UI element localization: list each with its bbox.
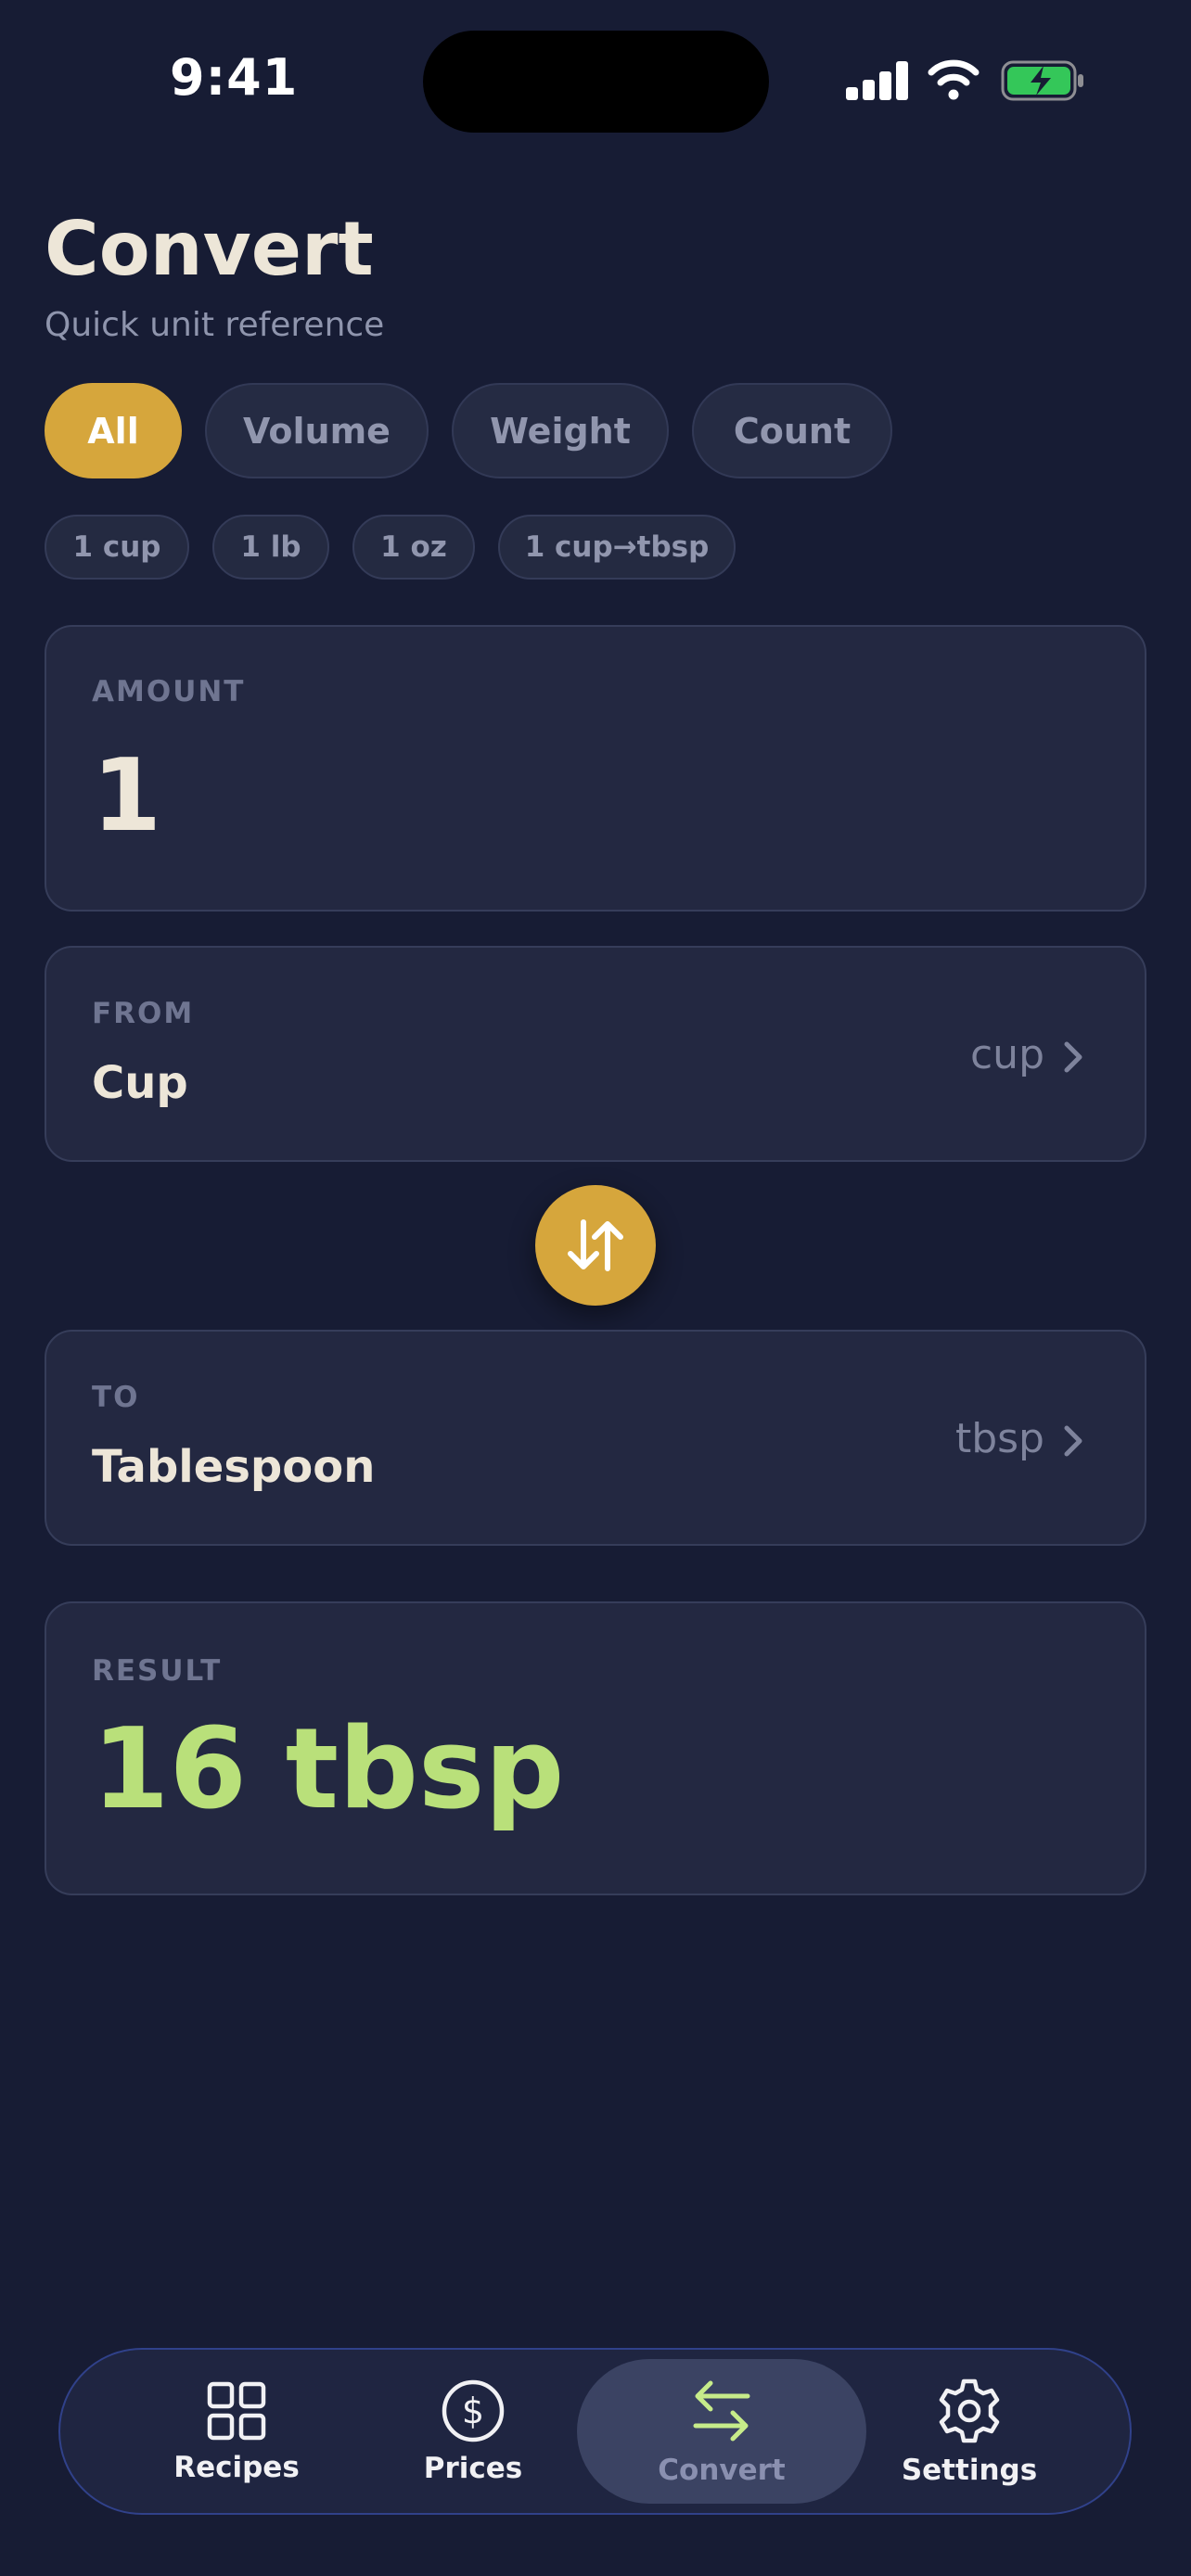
to-label: TO <box>92 1381 140 1414</box>
quick-chip-1-cup[interactable]: 1 cup <box>45 515 189 580</box>
filter-chip-volume[interactable]: Volume <box>205 383 429 478</box>
to-unit-name: Tablespoon <box>92 1441 376 1493</box>
signal-icon <box>846 61 909 100</box>
tab-label: Settings <box>901 2454 1038 2487</box>
chevron-right-icon <box>1064 1041 1082 1073</box>
tab-label: Convert <box>658 2454 786 2487</box>
tab-label: Prices <box>423 2452 523 2485</box>
grid-icon <box>207 2381 266 2441</box>
page-subtitle: Quick unit reference <box>45 306 385 344</box>
filter-chip-all[interactable]: All <box>45 383 182 478</box>
battery-charging-icon <box>1001 60 1083 101</box>
chevron-right-icon <box>1064 1425 1082 1457</box>
to-unit-abbr: tbsp <box>954 1415 1044 1462</box>
amount-input[interactable]: 1 <box>92 738 161 854</box>
tab-recipes[interactable]: Recipes <box>97 2350 376 2513</box>
svg-text:$: $ <box>462 2391 484 2431</box>
gear-icon <box>939 2378 1000 2443</box>
from-unit-abbr: cup <box>969 1031 1044 1078</box>
tab-convert[interactable]: Convert <box>577 2350 866 2513</box>
quick-chip-1-lb[interactable]: 1 lb <box>212 515 329 580</box>
dollar-icon: $ <box>442 2379 505 2442</box>
dynamic-island <box>423 31 769 133</box>
wifi-icon <box>928 59 980 100</box>
filter-chips: All Volume Weight Count <box>45 383 892 478</box>
to-unit-selector[interactable]: TO Tablespoon tbsp <box>45 1330 1146 1546</box>
filter-chip-count[interactable]: Count <box>692 383 892 478</box>
quick-conversions: 1 cup 1 lb 1 oz 1 cup→tbsp <box>45 515 736 580</box>
filter-chip-weight[interactable]: Weight <box>452 383 669 478</box>
from-unit-selector[interactable]: FROM Cup cup <box>45 946 1146 1162</box>
result-card: RESULT 16 tbsp <box>45 1601 1146 1895</box>
swap-arrows-icon <box>693 2380 750 2442</box>
tab-bar: Recipes $ Prices Convert Settings <box>58 2348 1132 2515</box>
swap-vertical-icon <box>568 1219 623 1271</box>
status-time: 9:41 <box>170 48 299 107</box>
result-value: 16 tbsp <box>92 1705 565 1834</box>
amount-label: AMOUNT <box>92 675 246 708</box>
quick-chip-cup-to-tbsp[interactable]: 1 cup→tbsp <box>498 515 736 580</box>
tab-settings[interactable]: Settings <box>853 2350 1085 2513</box>
tab-prices[interactable]: $ Prices <box>357 2350 589 2513</box>
amount-card[interactable]: AMOUNT 1 <box>45 625 1146 912</box>
from-label: FROM <box>92 997 195 1030</box>
from-unit-name: Cup <box>92 1057 188 1109</box>
swap-units-button[interactable] <box>535 1185 656 1306</box>
quick-chip-1-oz[interactable]: 1 oz <box>352 515 475 580</box>
page-title: Convert <box>45 206 374 292</box>
tab-label: Recipes <box>173 2451 300 2484</box>
result-label: RESULT <box>92 1654 223 1688</box>
